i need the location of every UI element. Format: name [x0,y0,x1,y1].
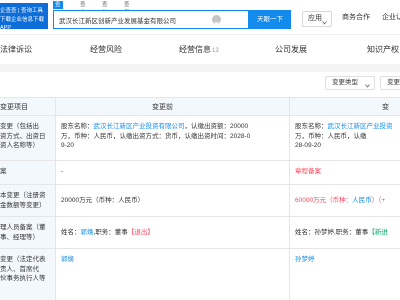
table-row: 本变更（注册资 金数额等变更） 20000万元（币种：人民币） 60000万元（… [0,185,400,217]
tab-legal[interactable]: 法律诉讼 [0,44,32,56]
tab-ip[interactable]: 知识产权 [367,44,399,56]
status-badge: 【退出】 [127,229,154,236]
logo-line-1: 企查查 | 查询工具 [0,8,43,14]
section-divider [0,64,400,72]
header-after: 变 [382,104,389,111]
clear-icon[interactable] [212,15,221,26]
header-item: 变更项目 [0,104,28,111]
tab-operating-info[interactable]: 经营信息13 [179,44,219,57]
person-link[interactable]: 郭焕 [81,229,94,236]
after-value: 股东名称：武汉长江新区产业投资 万，币种：人民币，认缴 28-09-20 [295,123,393,149]
before-value: 姓名：郭焕,职务：董事【退出】 [61,229,154,236]
tab-search-boss[interactable]: 查老板 [78,1,88,24]
after-value: 60000万元（币种：人民币）（+ [295,197,386,204]
person-link[interactable]: 郭焕 [61,255,74,265]
search-button[interactable]: 天眼一下 [249,10,291,29]
search-box [53,10,249,29]
row-label: 案 [0,168,7,175]
change-date-filter-label: 变更 [387,79,400,86]
after-value: 姓名：孙梦婷,职务：董事【新进 [295,229,388,236]
row-label: 本变更（注册资 金数额等变更） [0,192,46,209]
tab-operating-info-count: 13 [212,48,219,54]
before-value: 股东名称：武汉长江新区产业投资有限公司，认缴出资额：20000 万，币种：人民币… [61,123,251,149]
tab-development-label: 公司发展 [275,45,307,54]
app-menu-button[interactable]: 应用 [302,11,332,27]
row-label: 变更（包括出 资方式、出资日 资人名称等） [0,123,46,149]
chevron-down-icon [365,81,370,93]
before-value: - [61,168,64,175]
chevron-down-icon [322,17,327,31]
row-label: 理人员备案（董 事、经理等） [0,224,46,241]
tab-operating-info-label: 经营信息 [179,45,211,54]
table-row: 变更（包括出 资方式、出资日 资人名称等） 股东名称：武汉长江新区产业投资有限公… [0,116,400,161]
tab-legal-label: 法律诉讼 [0,45,32,54]
header-before: 变更前 [152,104,173,111]
table-header-row: 变更项目 变更前 变 [0,98,400,116]
change-type-filter-label: 变更类型 [332,79,358,86]
change-records-table: 变更项目 变更前 变 变更（包括出 资方式、出资日 资人名称等） 股东名称：武汉… [0,97,400,300]
enterprise-cert-link[interactable]: 企业认 [382,13,400,23]
table-row: 变更（法定代表 责人、首席代 伙事务执行人等 郭焕 孙梦婷 [0,249,400,300]
tab-operating-risk[interactable]: 经营风险 [90,44,122,56]
top-header: 企查查 | 查询工具 下载企业信息下载APP 查公司 查老板 查关系 查风险 天… [0,0,400,34]
logo-line-2: 下载企业信息下载APP [0,17,45,31]
section-nav: 法律诉讼 经营风险 经营信息13 公司发展 知识产权 [0,34,400,64]
company-link[interactable]: 武汉长江新区产业投资有限公司 [94,123,185,130]
change-date-filter[interactable]: 变更 [380,76,400,90]
tab-development[interactable]: 公司发展 [275,44,307,56]
row-label: 变更（法定代表 责人、首席代 伙事务执行人等 [0,256,46,282]
tab-search-company[interactable]: 查公司 [53,1,63,24]
tab-search-risk[interactable]: 查风险 [122,1,132,24]
table-row: 案 - 章程备案 [0,161,400,185]
tab-operating-risk-label: 经营风险 [90,45,122,54]
app-menu-label: 应用 [308,15,322,22]
person-link[interactable]: 孙梦婷 [295,255,315,265]
table-row: 理人员备案（董 事、经理等） 姓名：郭焕,职务：董事【退出】 姓名：孙梦婷,职务… [0,217,400,249]
site-logo[interactable]: 企查查 | 查询工具 下载企业信息下载APP [0,3,48,31]
status-badge: 【新进 [368,229,388,236]
after-value: 章程备案 [295,168,321,175]
business-cooperation-link[interactable]: 商务合作 [342,13,370,23]
search-input[interactable] [59,11,209,28]
change-type-filter[interactable]: 变更类型 [325,76,375,90]
tab-search-relation[interactable]: 查关系 [100,1,110,24]
before-value: 20000万元（币种：人民币） [61,197,145,204]
company-link[interactable]: 武汉长江新区产业投资 [328,123,393,130]
tab-ip-label: 知识产权 [367,45,399,54]
